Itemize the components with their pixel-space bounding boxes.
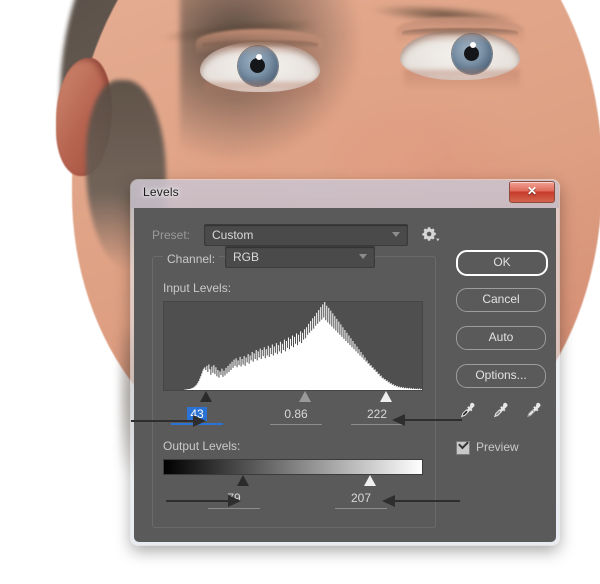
auto-button[interactable]: Auto (456, 326, 546, 350)
field-underline (351, 424, 403, 425)
output-white-value: 207 (350, 491, 372, 505)
input-levels-slider-track[interactable] (163, 390, 421, 405)
field-underline (270, 424, 322, 425)
preset-value: Custom (212, 228, 254, 242)
slider-triangle (380, 391, 392, 402)
eyedropper-group (456, 400, 546, 424)
input-levels-label: Input Levels: (163, 281, 232, 295)
slider-triangle (237, 475, 249, 486)
right-eye (396, 17, 524, 90)
under-eye-shadow (204, 82, 320, 102)
output-levels-slider-track[interactable] (163, 474, 421, 489)
gear-icon[interactable] (420, 225, 440, 243)
channel-value: RGB (233, 250, 260, 264)
dialog-title-bar[interactable]: Levels ✕ (131, 180, 559, 208)
set-black-point-eyedropper[interactable] (456, 400, 478, 422)
input-gamma-field[interactable]: 0.86 (270, 407, 322, 425)
under-eye-shadow (404, 70, 520, 90)
output-black-value: 79 (227, 491, 241, 505)
slider-outline (236, 474, 250, 486)
preview-label: Preview (476, 440, 519, 454)
set-white-point-eyedropper[interactable] (522, 400, 544, 422)
slider-triangle (200, 391, 212, 402)
channel-row: Channel: RGB (163, 246, 375, 268)
set-gray-point-eyedropper[interactable] (489, 400, 511, 422)
levels-group-box: Channel: RGB Input Levels: 43 0.86 222 O… (152, 246, 436, 528)
input-white-point-value: 222 (366, 407, 388, 421)
options-button[interactable]: Options... (456, 364, 546, 388)
output-gradient-bar (163, 459, 423, 475)
output-black-field[interactable]: 79 (208, 491, 260, 509)
output-white-field[interactable]: 207 (335, 491, 387, 509)
channel-label: Channel: (167, 252, 216, 266)
left-eye (196, 29, 324, 102)
preset-row: Preset: Custom (152, 224, 440, 246)
histogram-plot (164, 302, 422, 390)
preview-checkbox[interactable] (456, 438, 470, 455)
levels-dialog: Levels ✕ Preset: Custom Channel: RGB Inp… (131, 180, 559, 545)
chevron-down-icon (359, 254, 367, 259)
field-underline (171, 423, 223, 425)
channel-dropdown[interactable]: RGB (225, 246, 375, 268)
pupil (250, 58, 265, 73)
dialog-body: Preset: Custom Channel: RGB Input Levels… (134, 208, 556, 542)
input-white-point-field[interactable]: 222 (351, 407, 403, 425)
ok-button[interactable]: OK (456, 250, 548, 276)
field-underline (208, 508, 260, 509)
field-underline (335, 508, 387, 509)
preset-label: Preset: (152, 228, 191, 242)
slider-triangle (364, 475, 376, 486)
slider-outline (199, 390, 213, 402)
eyelid (196, 29, 324, 55)
dialog-title: Levels (143, 185, 179, 199)
eyelid (396, 17, 524, 43)
cancel-button[interactable]: Cancel (456, 288, 546, 312)
slider-triangle (299, 391, 311, 402)
chevron-down-icon (392, 232, 400, 237)
pupil (464, 46, 479, 61)
input-black-point-value: 43 (187, 407, 207, 421)
check-icon (458, 438, 469, 450)
close-icon: ✕ (526, 184, 538, 198)
output-levels-label: Output Levels: (163, 439, 241, 453)
input-gamma-value: 0.86 (284, 407, 308, 421)
preset-dropdown[interactable]: Custom (204, 224, 408, 246)
input-black-point-field[interactable]: 43 (171, 407, 223, 425)
histogram (163, 301, 423, 391)
close-button[interactable]: ✕ (509, 181, 555, 203)
